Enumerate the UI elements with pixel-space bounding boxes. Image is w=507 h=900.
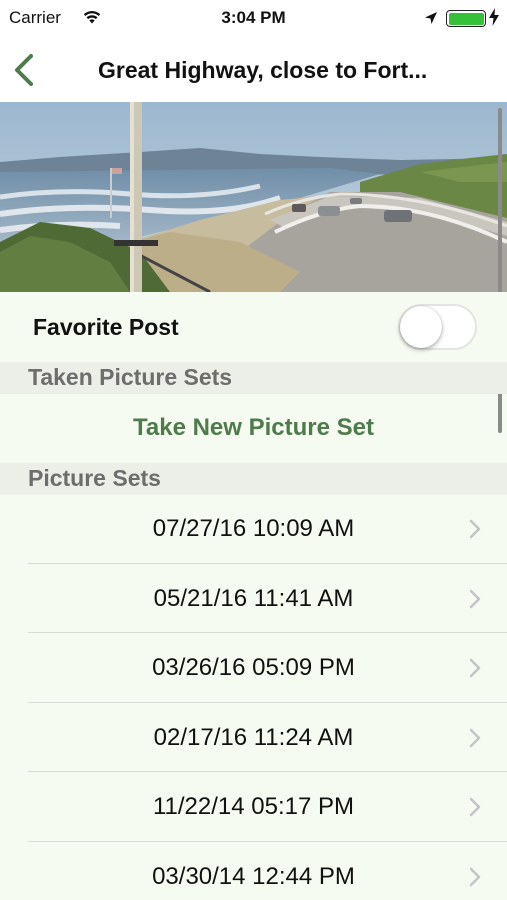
- take-new-picture-set-button[interactable]: Take New Picture Set: [0, 395, 507, 463]
- taken-section-header: Taken Picture Sets: [0, 362, 507, 394]
- post-photo: [0, 102, 507, 292]
- charging-bolt-icon: [489, 8, 499, 31]
- toggle-knob: [400, 306, 442, 348]
- list-item[interactable]: 05/21/16 11:41 AM: [0, 564, 507, 633]
- chevron-right-icon: [469, 867, 481, 886]
- page-title: Great Highway, close to Fort...: [98, 57, 428, 83]
- picture-set-date: 02/17/16 11:24 AM: [153, 723, 354, 751]
- list-item[interactable]: 03/26/16 05:09 PM: [0, 633, 507, 703]
- chevron-right-icon: [469, 589, 481, 608]
- favorite-label: Favorite Post: [33, 314, 179, 340]
- picture-set-date: 07/27/16 10:09 AM: [152, 515, 355, 542]
- picture-set-date: 05/21/16 11:41 AM: [153, 584, 354, 612]
- chevron-left-icon: [15, 54, 33, 86]
- picture-set-date: 03/26/16 05:09 PM: [152, 654, 355, 681]
- list-item[interactable]: 11/22/14 05:17 PM: [0, 772, 507, 842]
- favorite-toggle[interactable]: [398, 304, 477, 350]
- status-bar: Carrier 3:04 PM: [0, 0, 507, 38]
- picture-sets-header: Picture Sets: [0, 463, 507, 495]
- favorite-row: Favorite Post: [0, 292, 507, 362]
- list-item[interactable]: 07/27/16 10:09 AM: [0, 494, 507, 564]
- list-item[interactable]: 02/17/16 11:24 AM: [0, 703, 507, 772]
- picture-set-date: 03/30/14 12:44 PM: [152, 862, 355, 890]
- picture-sets-list: 07/27/16 10:09 AM 05/21/16 11:41 AM 03/2…: [0, 494, 507, 900]
- picture-set-date: 11/22/14 05:17 PM: [152, 793, 355, 820]
- list-item[interactable]: 03/30/14 12:44 PM: [0, 842, 507, 900]
- navigation-bar: Great Highway, close to Fort...: [0, 38, 507, 102]
- battery-icon: [446, 10, 486, 27]
- chevron-right-icon: [469, 797, 481, 817]
- chevron-right-icon: [469, 519, 481, 539]
- chevron-right-icon: [469, 658, 481, 678]
- back-button[interactable]: [10, 52, 40, 88]
- location-arrow-icon: [424, 10, 438, 30]
- chevron-right-icon: [469, 728, 481, 747]
